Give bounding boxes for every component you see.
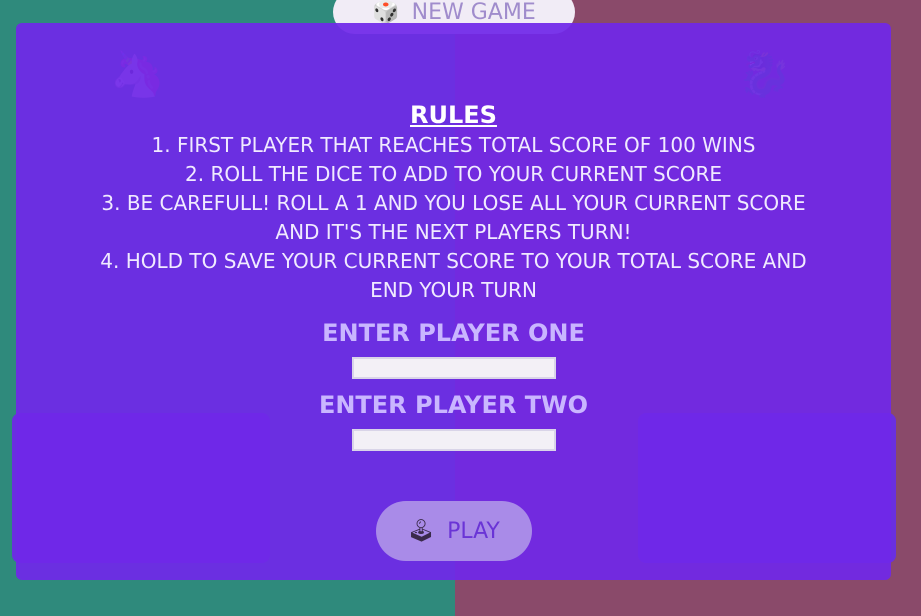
play-button[interactable]: 🕹 PLAY (375, 501, 532, 561)
player-one-input[interactable] (351, 357, 556, 379)
rule-item: 4. HOLD TO SAVE YOUR CURRENT SCORE TO YO… (100, 249, 807, 302)
new-game-label: NEW GAME (411, 0, 536, 25)
play-label: PLAY (447, 518, 500, 544)
player-two-input[interactable] (351, 429, 556, 451)
joystick-icon: 🕹 (407, 518, 436, 544)
dice-icon: 🎲 (372, 0, 400, 25)
rules-modal: RULES 1. FIRST PLAYER THAT REACHES TOTAL… (16, 23, 891, 580)
player-one-label: ENTER PLAYER ONE (322, 319, 585, 347)
rule-item: 1. FIRST PLAYER THAT REACHES TOTAL SCORE… (151, 133, 756, 157)
rule-item: 3. BE CAREFULL! ROLL A 1 AND YOU LOSE AL… (101, 191, 806, 244)
player-two-label: ENTER PLAYER TWO (318, 391, 589, 419)
rules-list: 1. FIRST PLAYER THAT REACHES TOTAL SCORE… (84, 131, 824, 305)
rules-title: RULES (410, 101, 497, 129)
rule-item: 2. ROLL THE DICE TO ADD TO YOUR CURRENT … (185, 162, 722, 186)
